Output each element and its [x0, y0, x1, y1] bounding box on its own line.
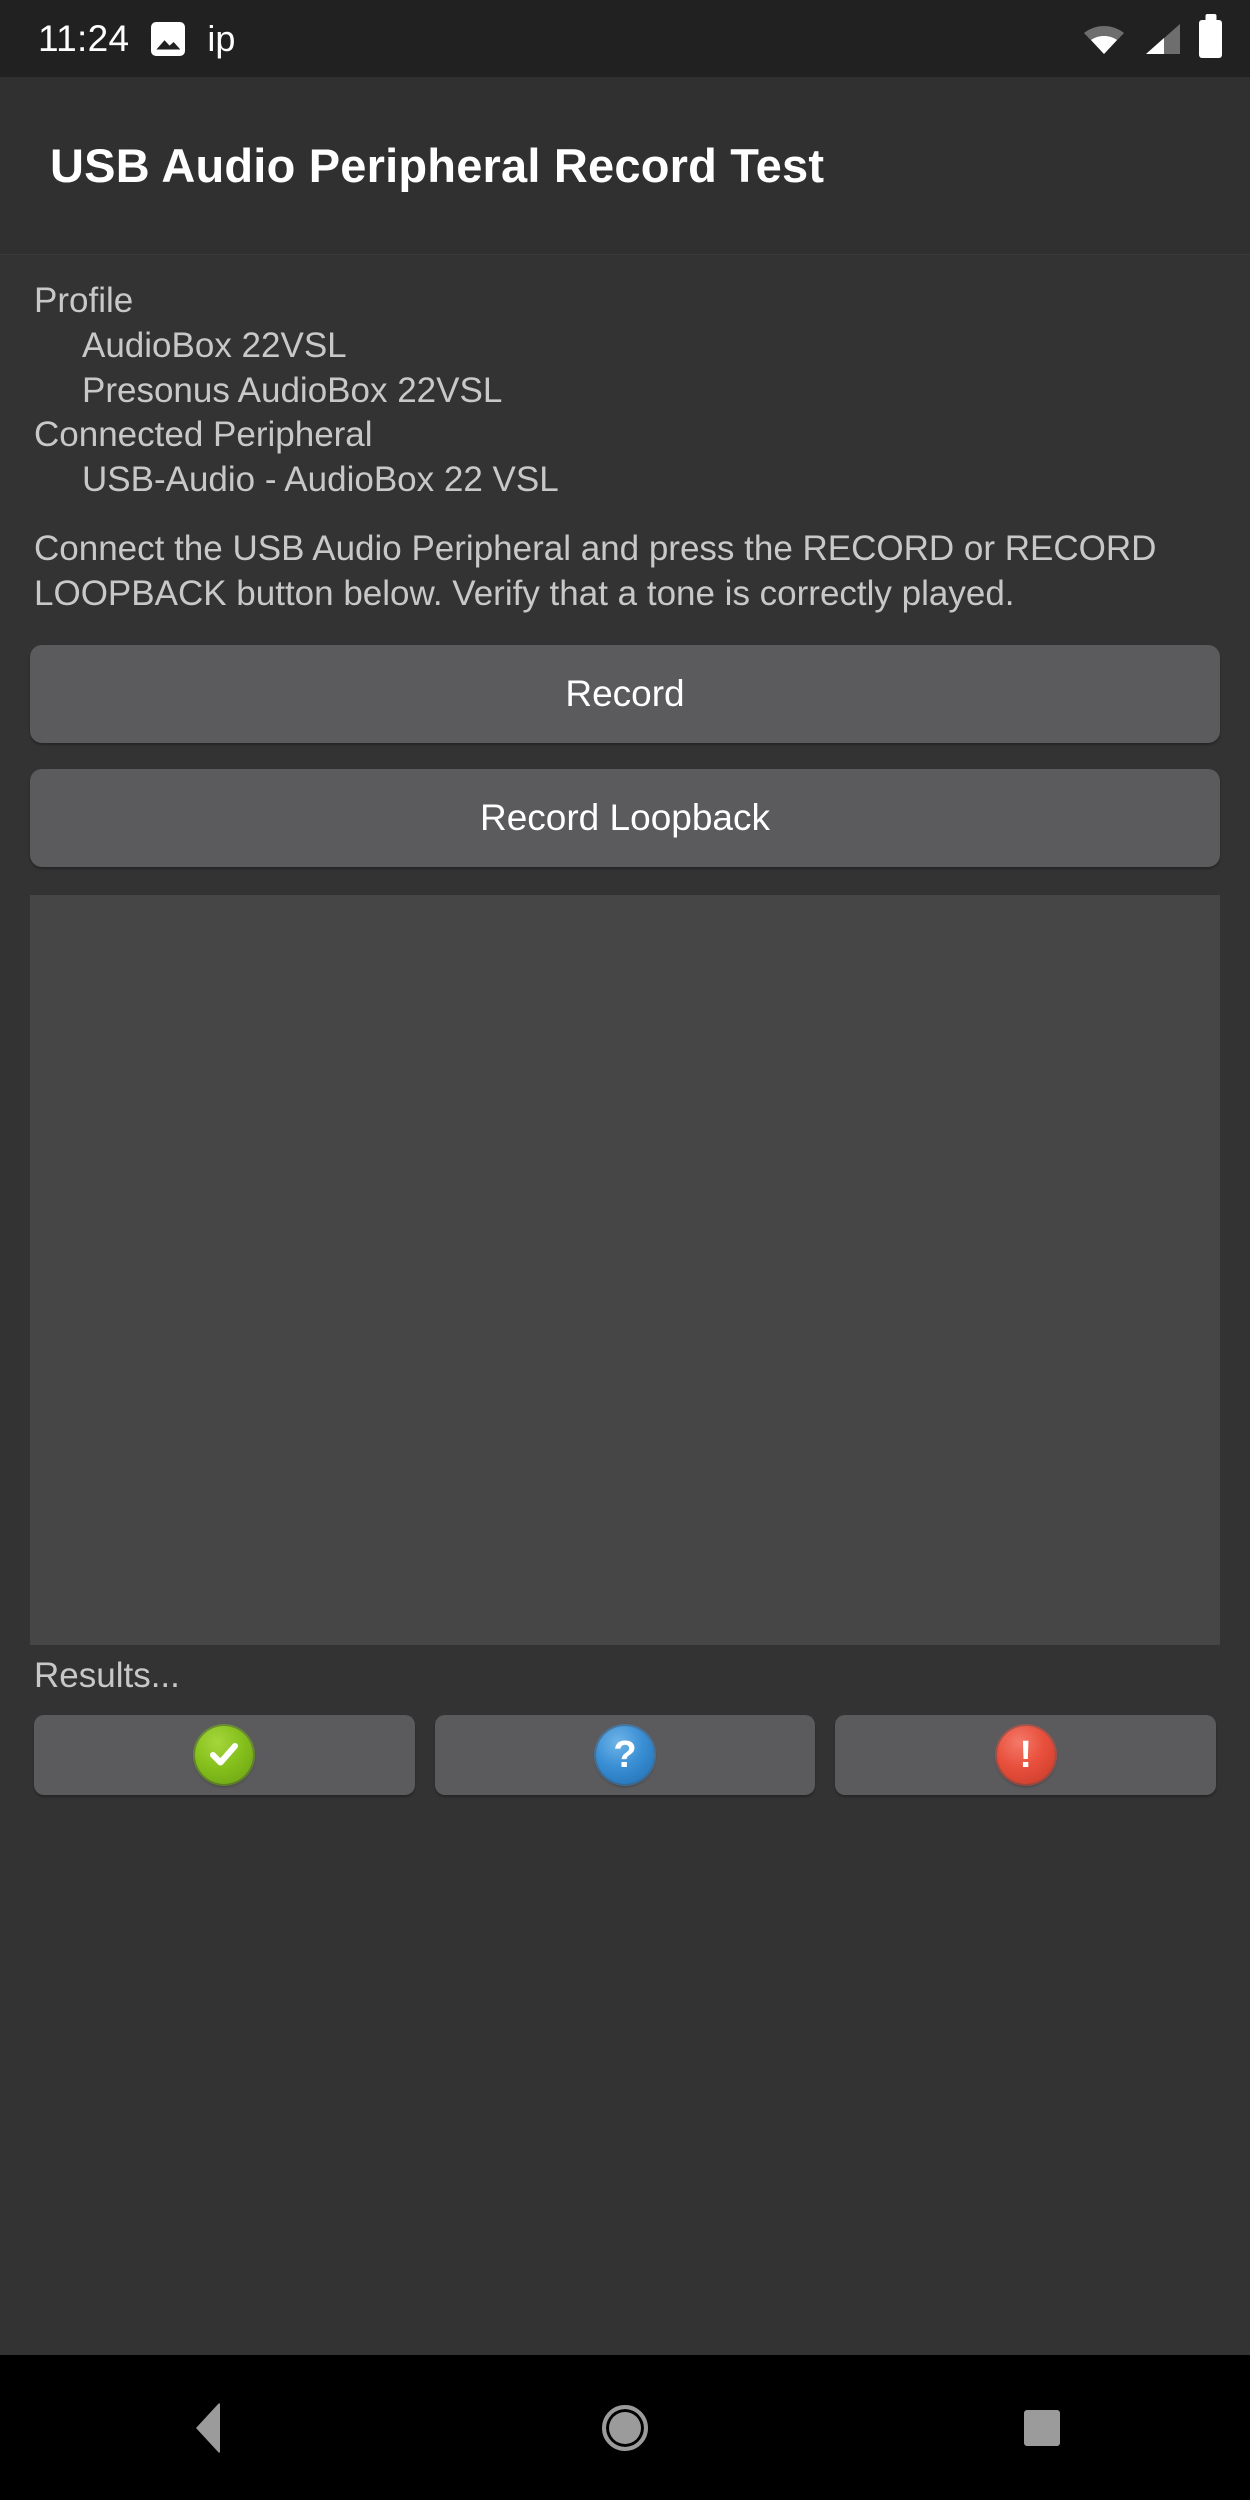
pass-button[interactable] [34, 1714, 415, 1795]
record-button[interactable]: Record [30, 644, 1220, 743]
main-content: Profile AudioBox 22VSL Presonus AudioBox… [0, 255, 1250, 2355]
question-circle-icon: ? [596, 1725, 654, 1784]
photo-icon [151, 21, 186, 56]
check-circle-icon [195, 1725, 254, 1784]
profile-label: Profile [34, 281, 134, 320]
exclamation-glyph: ! [1019, 1733, 1032, 1776]
status-bar: 11:24 ip [0, 0, 1250, 77]
profile-product: Presonus AudioBox 22VSL [82, 370, 503, 410]
page-title: USB Audio Peripheral Record Test [50, 138, 825, 192]
record-loopback-button[interactable]: Record Loopback [30, 768, 1220, 867]
exclamation-circle-icon: ! [996, 1725, 1055, 1784]
info-button[interactable]: ? [434, 1714, 816, 1795]
nav-home-button[interactable] [525, 2378, 725, 2478]
connected-peripheral-label: Connected Peripheral [34, 415, 373, 455]
status-app-label: ip [207, 17, 236, 59]
fail-button[interactable]: ! [835, 1714, 1217, 1795]
log-output-text [30, 895, 1220, 915]
status-bar-right [1083, 19, 1222, 58]
instructions-text: Connect the USB Audio Peripheral and pre… [34, 528, 1157, 613]
recents-square-icon [1023, 2409, 1060, 2446]
status-bar-left: 11:24 ip [38, 20, 235, 57]
results-button-row: ? ! [30, 1714, 1220, 1795]
profile-name: AudioBox 22VSL [82, 325, 347, 365]
nav-back-button[interactable] [108, 2378, 308, 2478]
back-triangle-icon [196, 2401, 221, 2454]
question-glyph: ? [613, 1733, 637, 1776]
profile-info-block: Profile AudioBox 22VSL Presonus AudioBox… [30, 279, 1220, 503]
log-output-panel[interactable] [30, 894, 1220, 1645]
connected-peripheral-device: USB-Audio - AudioBox 22 VSL [82, 460, 559, 500]
battery-icon [1199, 19, 1222, 58]
wifi-icon [1083, 23, 1125, 55]
cellular-signal-icon [1142, 22, 1182, 56]
app-screen: 11:24 ip USB Audio Peripheral Record Tes… [0, 0, 1250, 2500]
status-clock: 11:24 [38, 18, 130, 59]
navigation-bar [0, 2355, 1250, 2500]
nav-recents-button[interactable] [942, 2378, 1142, 2478]
app-bar: USB Audio Peripheral Record Test [0, 77, 1250, 255]
home-circle-icon [601, 2404, 648, 2451]
results-label: Results... [34, 1655, 180, 1695]
